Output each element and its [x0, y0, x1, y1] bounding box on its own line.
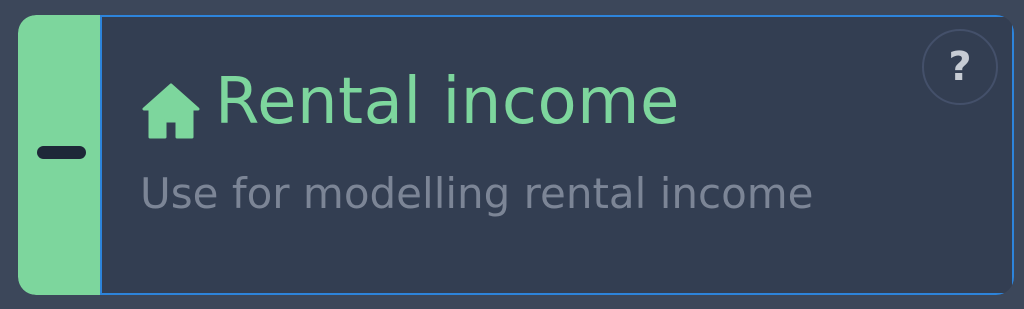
question-mark-icon: ?	[948, 44, 972, 90]
card-title: Rental income	[215, 65, 680, 139]
minus-icon	[37, 146, 86, 159]
collapse-toggle[interactable]	[18, 15, 100, 295]
rental-income-card[interactable]: Rental income Use for modelling rental i…	[18, 15, 1014, 295]
card-body[interactable]: Rental income Use for modelling rental i…	[100, 15, 1014, 295]
card-description: Use for modelling rental income	[140, 169, 814, 218]
house-icon	[142, 83, 200, 139]
help-button[interactable]: ?	[922, 29, 998, 105]
title-row: Rental income	[141, 63, 680, 141]
